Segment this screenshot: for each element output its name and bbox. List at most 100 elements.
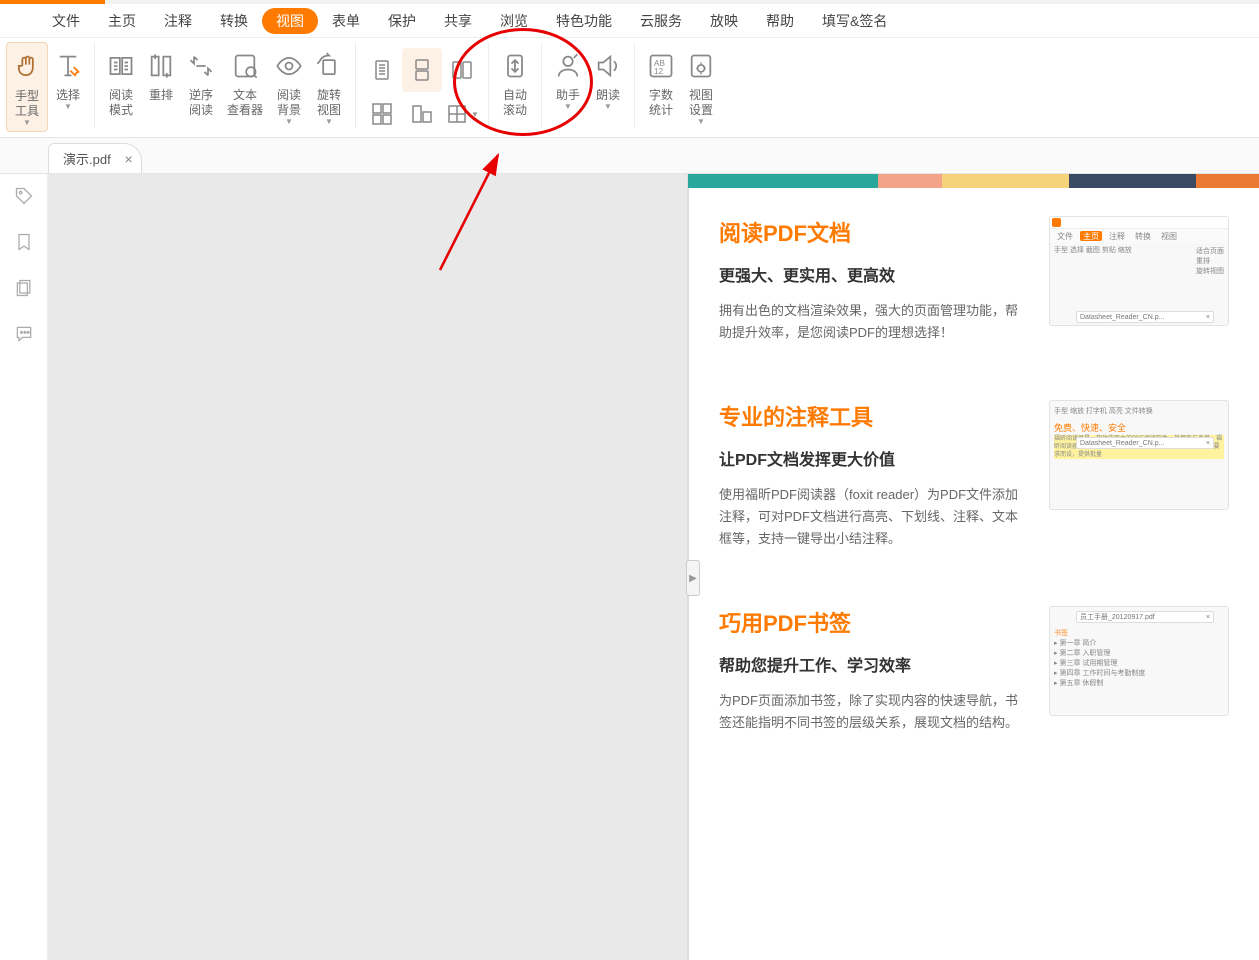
- menu-share[interactable]: 共享: [430, 8, 486, 34]
- menu-convert[interactable]: 转换: [206, 8, 262, 34]
- comment-icon[interactable]: [14, 324, 34, 344]
- left-blank-page: [48, 174, 688, 960]
- reflow-button[interactable]: 重排: [141, 42, 181, 132]
- reflow-label: 重排: [149, 88, 173, 103]
- file-tab[interactable]: 演示.pdf ×: [48, 143, 142, 173]
- page-top-stripe: [688, 174, 1259, 188]
- reading-mode-button[interactable]: 阅读 模式: [101, 42, 141, 132]
- menu-annot[interactable]: 注释: [150, 8, 206, 34]
- hand-icon: [13, 47, 41, 87]
- read-aloud-label: 朗读: [596, 88, 620, 103]
- menubar: 文件 主页 注释 转换 视图 表单 保护 共享 浏览 特色功能 云服务 放映 帮…: [0, 4, 1259, 38]
- reading-mode-label: 阅读 模式: [109, 88, 133, 118]
- chevron-down-icon: ▼: [64, 103, 72, 111]
- reading-bg-label: 阅读 背景: [277, 88, 301, 118]
- auto-scroll-button[interactable]: 自动 滚动: [495, 42, 535, 132]
- file-tab-label: 演示.pdf: [63, 149, 111, 168]
- bookmark-icon[interactable]: [14, 232, 34, 252]
- hand-tool-button[interactable]: 手型 工具 ▼: [6, 42, 48, 132]
- menu-present[interactable]: 放映: [696, 8, 752, 34]
- chevron-down-icon: ▼: [564, 103, 572, 111]
- word-count-button[interactable]: AB12 字数 统计: [641, 42, 681, 132]
- menu-browse[interactable]: 浏览: [486, 8, 542, 34]
- section3-body: 为PDF页面添加书签，除了实现内容的快速导航，书签还能指明不同书签的层级关系，展…: [719, 690, 1029, 734]
- left-sidebar: [0, 174, 48, 960]
- menu-cloud[interactable]: 云服务: [626, 8, 696, 34]
- rotate-view-button[interactable]: 旋转 视图 ▼: [309, 42, 349, 132]
- page-layout-group: ▼: [362, 42, 482, 136]
- reverse-reading-button[interactable]: 逆序 阅读: [181, 42, 221, 132]
- layout-continuous-facing-icon[interactable]: [362, 92, 402, 136]
- text-viewer-label: 文本 查看器: [227, 88, 263, 118]
- text-select-icon: [54, 46, 82, 86]
- section2-thumbnail: 手型 缩放 打字机 高亮 文件转换 免费、快速、安全 福昕阅读器是一款功能强大的…: [1049, 400, 1229, 510]
- hand-tool-label: 手型 工具: [15, 89, 39, 119]
- view-settings-button[interactable]: 视图 设置 ▼: [681, 42, 721, 132]
- chevron-down-icon: ▼: [697, 118, 705, 126]
- word-count-label: 字数 统计: [649, 88, 673, 118]
- document-tabs: 演示.pdf ×: [0, 138, 1259, 174]
- layout-facing-icon[interactable]: [442, 48, 482, 92]
- book-icon: [107, 46, 135, 86]
- layout-split-icon[interactable]: ▼: [442, 92, 482, 136]
- menu-special[interactable]: 特色功能: [542, 8, 626, 34]
- autoscroll-icon: [501, 46, 529, 86]
- layout-single-page-icon[interactable]: [362, 48, 402, 92]
- menu-sign[interactable]: 填写&签名: [808, 8, 901, 34]
- chevron-down-icon: ▼: [604, 103, 612, 111]
- settings-page-icon: [687, 46, 715, 86]
- text-viewer-icon: [231, 46, 259, 86]
- select-label: 选择: [56, 88, 80, 103]
- view-settings-label: 视图 设置: [689, 88, 713, 118]
- close-tab-icon[interactable]: ×: [125, 151, 133, 167]
- document-page: 阅读PDF文档 更强大、更实用、更高效 拥有出色的文档渲染效果，强大的页面管理功…: [688, 188, 1259, 960]
- section1-subtitle: 更强大、更实用、更高效: [719, 262, 1029, 286]
- section1-thumbnail: 文件 主页 注释 转换 视图 手型 选择 截图 剪贴 缩放 适合页面 重排 旋转…: [1049, 216, 1229, 326]
- menu-form[interactable]: 表单: [318, 8, 374, 34]
- chevron-down-icon: ▼: [471, 110, 479, 119]
- section-bookmark: 巧用PDF书签 帮助您提升工作、学习效率 为PDF页面添加书签，除了实现内容的快…: [689, 578, 1259, 762]
- section2-body: 使用福昕PDF阅读器（foxit reader）为PDF文件添加注释，可对PDF…: [719, 484, 1029, 550]
- section-read-pdf: 阅读PDF文档 更强大、更实用、更高效 拥有出色的文档渲染效果，强大的页面管理功…: [689, 188, 1259, 372]
- speaker-icon: [594, 46, 622, 86]
- rotate-view-label: 旋转 视图: [317, 88, 341, 118]
- select-button[interactable]: 选择 ▼: [48, 42, 88, 132]
- tag-icon[interactable]: [14, 186, 34, 206]
- assistant-label: 助手: [556, 88, 580, 103]
- reverse-reading-label: 逆序 阅读: [189, 88, 213, 118]
- eye-icon: [275, 46, 303, 86]
- svg-text:12: 12: [654, 67, 664, 76]
- panel-collapse-handle[interactable]: ▶: [686, 560, 700, 596]
- chevron-down-icon: ▼: [23, 119, 31, 127]
- document-area: ▶ 阅读PDF文档 更强大、更实用、更高效 拥有出色的文档渲染效果，强大的页面管…: [48, 174, 1259, 960]
- pages-icon[interactable]: [14, 278, 34, 298]
- rotate-icon: [315, 46, 343, 86]
- menu-file[interactable]: 文件: [38, 8, 94, 34]
- chevron-down-icon: ▼: [325, 118, 333, 126]
- section1-body: 拥有出色的文档渲染效果，强大的页面管理功能，帮助提升效率，是您阅读PDF的理想选…: [719, 300, 1029, 344]
- text-viewer-button[interactable]: 文本 查看器: [221, 42, 269, 132]
- assistant-button[interactable]: 助手 ▼: [548, 42, 588, 132]
- read-aloud-button[interactable]: 朗读 ▼: [588, 42, 628, 132]
- assistant-icon: [554, 46, 582, 86]
- chevron-down-icon: ▼: [285, 118, 293, 126]
- reverse-icon: [187, 46, 215, 86]
- wordcount-icon: AB12: [647, 46, 675, 86]
- section1-title: 阅读PDF文档: [719, 216, 1029, 248]
- menu-view[interactable]: 视图: [262, 8, 318, 34]
- layout-cover-facing-icon[interactable]: [402, 92, 442, 136]
- section3-thumbnail: 员工手册_20120917.pdf× 书签 ▸ 第一章 简介 ▸ 第二章 入职管…: [1049, 606, 1229, 716]
- reflow-icon: [147, 46, 175, 86]
- layout-continuous-icon[interactable]: [402, 48, 442, 92]
- ribbon-view: 手型 工具 ▼ 选择 ▼ 阅读 模式 重排 逆序 阅读 文本 查看器 阅读 背景…: [0, 38, 1259, 138]
- section3-title: 巧用PDF书签: [719, 606, 1029, 638]
- menu-home[interactable]: 主页: [94, 8, 150, 34]
- section-annotation: 专业的注释工具 让PDF文档发挥更大价值 使用福昕PDF阅读器（foxit re…: [689, 372, 1259, 578]
- menu-protect[interactable]: 保护: [374, 8, 430, 34]
- section2-title: 专业的注释工具: [719, 400, 1029, 432]
- section3-subtitle: 帮助您提升工作、学习效率: [719, 652, 1029, 676]
- menu-help[interactable]: 帮助: [752, 8, 808, 34]
- auto-scroll-label: 自动 滚动: [503, 88, 527, 118]
- section2-subtitle: 让PDF文档发挥更大价值: [719, 446, 1029, 470]
- reading-bg-button[interactable]: 阅读 背景 ▼: [269, 42, 309, 132]
